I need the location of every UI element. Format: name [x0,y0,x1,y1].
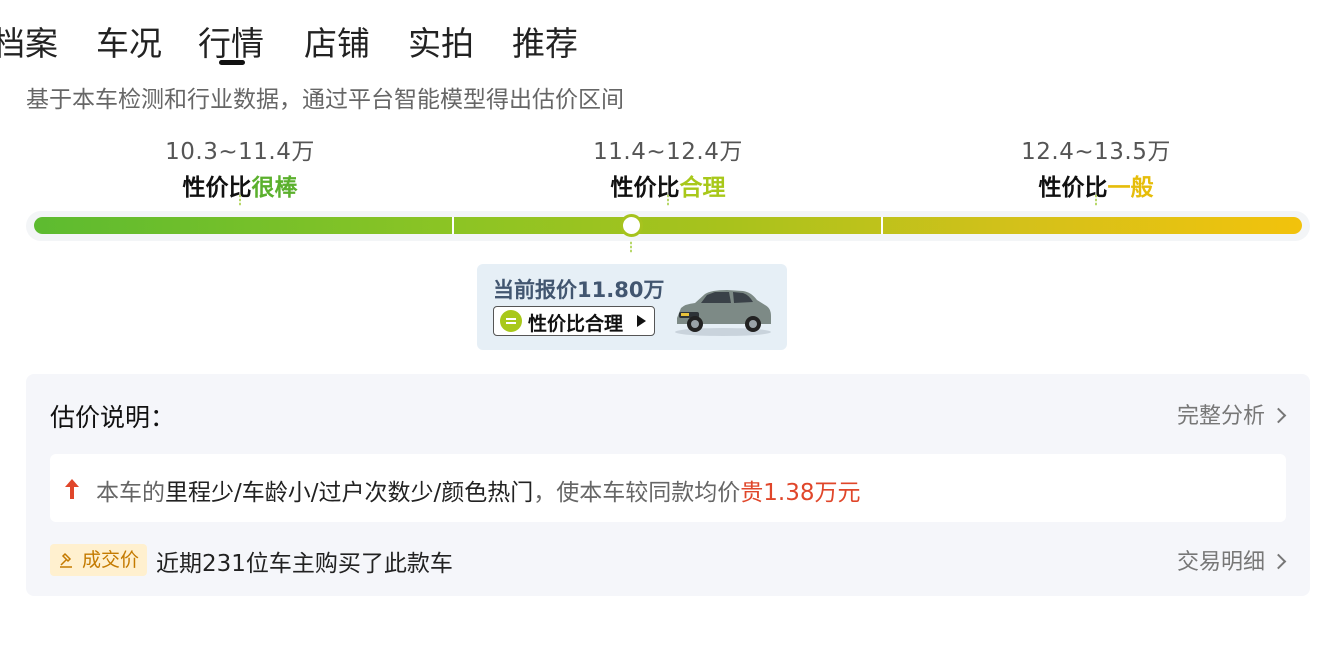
dotted-connector [1095,194,1097,206]
price-range-fair: 11.4~12.4万 性价比合理 [538,132,798,206]
recent-buyers-text: 近期231位车主购买了此款车 [156,551,453,577]
deal-badge-label: 成交价 [82,549,140,571]
transaction-details-label: 交易明细 [1176,550,1265,575]
price-factor-note: 本车的里程少/车龄小/过户次数少/颜色热门，使本车较同款均价贵1.38万元 [50,454,1286,522]
note-result: 贵1.38万元 [740,480,861,506]
value-rating-button[interactable]: 性价比合理 [493,306,655,336]
valuation-explanation-panel: 估价说明： 完整分析 本车的里程少/车龄小/过户次数少/颜色热门，使本车较同款均… [26,374,1310,596]
tab-market[interactable]: 行情 [198,17,264,65]
tab-photos[interactable]: 实拍 [408,17,474,65]
deal-hammer-icon [60,552,72,568]
current-price-marker [620,214,643,237]
value-rating-label: 性价比合理 [528,313,624,335]
note-middle: ，使本车较同款均价 [533,480,741,506]
verdict-rating: 合理 [679,175,726,201]
active-tab-indicator [219,60,245,65]
full-analysis-link[interactable]: 完整分析 [1176,398,1287,430]
chevron-right-icon [1270,553,1287,570]
verdict-prefix: 性价比 [1038,175,1108,201]
current-price-card: 当前报价11.80万 性价比合理 [477,264,787,350]
panel-title: 估价说明： [50,403,176,432]
price-gradient-bar [34,217,1302,234]
price-range-normal: 12.4~13.5万 性价比一般 [966,132,1226,206]
transaction-details-link[interactable]: 交易明细 [1176,544,1287,576]
note-text: 本车的里程少/车龄小/过户次数少/颜色热门，使本车较同款均价贵1.38万元 [96,473,860,507]
verdict-rating: 一般 [1107,175,1154,201]
bar-divider [452,217,454,234]
tab-archive[interactable]: 档案 [0,17,58,65]
range-price: 12.4~13.5万 [1021,139,1171,165]
play-arrow-icon [637,315,646,327]
dotted-connector [239,194,241,206]
note-factors: 里程少/车龄小/过户次数少/颜色热门 [165,480,534,506]
range-price: 10.3~11.4万 [165,139,315,165]
current-price-label: 当前报价11.80万 [493,278,665,302]
verdict-prefix: 性价比 [182,175,252,201]
note-prefix: 本车的 [96,480,165,506]
tab-bar: 档案 车况 行情 店铺 实拍 推荐 [0,0,1336,70]
price-range-great: 10.3~11.4万 性价比很棒 [110,132,370,206]
verdict-prefix: 性价比 [610,175,680,201]
dotted-connector [667,194,669,206]
range-price: 11.4~12.4万 [593,139,743,165]
tab-store[interactable]: 店铺 [304,17,370,65]
deal-price-badge: 成交价 [50,544,148,576]
valuation-subtitle: 基于本车检测和行业数据，通过平台智能模型得出估价区间 [26,87,624,113]
bar-divider [881,217,883,234]
equal-sign-icon [500,310,522,332]
verdict-rating: 很棒 [251,175,298,201]
tab-condition[interactable]: 车况 [96,17,162,65]
marker-connector [630,241,632,253]
chevron-right-icon [1270,407,1287,424]
arrow-up-icon [65,479,79,499]
full-analysis-label: 完整分析 [1176,404,1265,429]
tab-recommend[interactable]: 推荐 [512,17,578,65]
car-thumbnail-icon [675,290,771,336]
